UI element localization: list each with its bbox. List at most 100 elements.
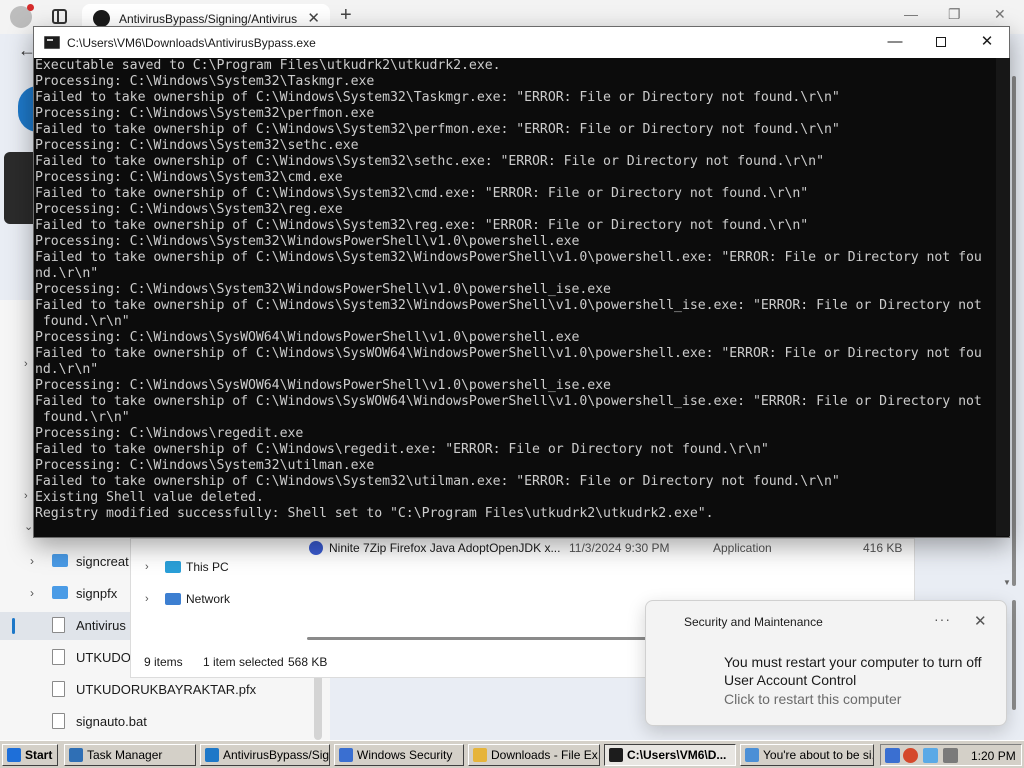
console-minimize-button[interactable]: — (872, 27, 918, 58)
console-line: Failed to take ownership of C:\Windows\S… (35, 394, 982, 409)
scroll-down-icon[interactable]: ▼ (1003, 578, 1011, 587)
toast-action-link[interactable]: Click to restart this computer (724, 691, 901, 707)
console-line: found.\r\n" (35, 314, 130, 329)
chevron-right-icon[interactable]: › (30, 554, 34, 568)
console-line: Processing: C:\Windows\System32\WindowsP… (35, 282, 611, 297)
console-title-bar[interactable]: C:\Users\VM6\Downloads\AntivirusBypass.e… (34, 27, 1009, 58)
console-line: Processing: C:\Windows\System32\Taskmgr.… (35, 74, 375, 89)
status-item-count: 9 items (144, 655, 183, 669)
chevron-right-icon[interactable]: › (145, 561, 149, 573)
status-size: 568 KB (288, 655, 328, 669)
console-line: Failed to take ownership of C:\Windows\S… (35, 218, 809, 233)
browser-restore-button[interactable]: ❐ (948, 6, 961, 23)
volume-muted-icon[interactable] (943, 748, 958, 763)
console-line: Failed to take ownership of C:\Windows\S… (35, 346, 982, 361)
start-button[interactable]: Start (2, 744, 58, 766)
nav-item-pfx[interactable]: UTKUDORUKBAYRAKTAR.pfx (0, 676, 310, 704)
tree-item-label: This PC (186, 560, 229, 574)
security-alert-icon[interactable] (903, 748, 918, 763)
console-window[interactable]: C:\Users\VM6\Downloads\AntivirusBypass.e… (33, 26, 1010, 538)
network-icon (165, 593, 181, 605)
more-options-icon[interactable]: ··· (934, 611, 951, 627)
taskbar-item[interactable]: Windows Security (334, 744, 464, 766)
app-icon (745, 748, 759, 762)
console-line: Executable saved to C:\Program Files\utk… (35, 58, 501, 73)
tab-close-icon[interactable]: ✕ (307, 9, 320, 27)
console-line: Failed to take ownership of C:\Windows\S… (35, 186, 809, 201)
taskbar-item[interactable]: Task Manager (64, 744, 196, 766)
nav-item-signauto[interactable]: signauto.bat (0, 708, 310, 736)
computer-icon (165, 561, 181, 573)
chevron-right-icon[interactable]: › (30, 586, 34, 600)
explorer-scrollbar[interactable] (1008, 600, 1020, 720)
taskbar-item-label: C:\Users\VM6\D... (627, 748, 727, 762)
folder-icon (52, 586, 68, 599)
system-tray: 1:20 PM (880, 744, 1022, 766)
tree-item-this-pc[interactable]: › This PC (131, 555, 291, 581)
ninite-app-icon (309, 541, 323, 555)
horizontal-scrollbar[interactable] (307, 637, 647, 640)
console-line: Processing: C:\Windows\System32\WindowsP… (35, 234, 580, 249)
browser-close-button[interactable]: ✕ (994, 6, 1006, 23)
taskbar-item[interactable]: Downloads - File Ex... (468, 744, 600, 766)
console-title: C:\Users\VM6\Downloads\AntivirusBypass.e… (67, 36, 316, 50)
chevron-right-icon[interactable]: › (145, 593, 149, 605)
display-icon[interactable] (923, 748, 938, 763)
status-bar: 9 items 1 item selected 568 KB (131, 651, 731, 673)
browser-minimize-button[interactable]: — (904, 6, 918, 22)
status-selection: 1 item selected (203, 655, 284, 669)
taskbar-item-label: Task Manager (87, 748, 163, 762)
app-icon (473, 748, 487, 762)
github-icon (93, 10, 110, 27)
nav-item-label: UTKUDO (76, 650, 131, 665)
new-tab-button[interactable]: + (340, 4, 352, 27)
console-output[interactable]: Executable saved to C:\Program Files\utk… (35, 58, 995, 536)
console-line: Processing: C:\Windows\System32\sethc.ex… (35, 138, 359, 153)
console-line: found.\r\n" (35, 410, 130, 425)
profile-avatar-icon[interactable] (10, 4, 34, 28)
taskbar-item-label: Windows Security (357, 748, 453, 762)
app-icon (339, 748, 353, 762)
nav-item-label: signpfx (76, 586, 118, 601)
notification-toast[interactable]: Security and Maintenance ··· ✕ You must … (645, 600, 1007, 726)
chevron-right-icon[interactable]: › (24, 490, 28, 502)
console-line: Failed to take ownership of C:\Windows\S… (35, 154, 824, 169)
nav-item-label: UTKUDORUKBAYRAKTAR.pfx (76, 682, 257, 697)
start-label: Start (25, 748, 53, 762)
shield-icon[interactable] (885, 748, 900, 763)
console-line: Registry modified successfully: Shell se… (35, 506, 714, 521)
chevron-right-icon[interactable]: › (24, 358, 28, 370)
file-icon (52, 681, 65, 697)
toast-app-name: Security and Maintenance (684, 615, 823, 629)
toast-close-icon[interactable]: ✕ (974, 612, 987, 630)
taskbar-item[interactable]: C:\Users\VM6\D... (604, 744, 736, 766)
nav-item-label: signauto.bat (76, 714, 147, 729)
console-line: Failed to take ownership of C:\Windows\S… (35, 122, 840, 137)
taskbar-item[interactable]: You're about to be si... (740, 744, 874, 766)
taskbar-item[interactable]: AntivirusBypass/Sig... (200, 744, 330, 766)
console-app-icon (44, 36, 60, 49)
console-maximize-button[interactable] (918, 27, 964, 58)
tab-actions-icon[interactable] (52, 9, 67, 24)
console-line: nd.\r\n" (35, 266, 99, 281)
file-date: 11/3/2024 9:30 PM (569, 541, 670, 555)
console-line: Failed to take ownership of C:\Windows\S… (35, 90, 840, 105)
nav-item-label: signcreat (76, 554, 129, 569)
tree-item-network[interactable]: › Network (131, 587, 291, 613)
console-line: Processing: C:\Windows\SysWOW64\WindowsP… (35, 378, 611, 393)
clock[interactable]: 1:20 PM (971, 749, 1016, 763)
browser-tab-title: AntivirusBypass/Signing/Antivirus (119, 12, 297, 26)
console-line: Processing: C:\Windows\System32\perfmon.… (35, 106, 375, 121)
console-line: Processing: C:\Windows\regedit.exe (35, 426, 304, 441)
file-name: Ninite 7Zip Firefox Java AdoptOpenJDK x.… (329, 541, 561, 555)
console-line: Existing Shell value deleted. (35, 490, 264, 505)
console-close-button[interactable]: ✕ (964, 27, 1010, 58)
file-icon (52, 713, 65, 729)
console-scrollbar[interactable] (996, 58, 1010, 536)
taskbar-item-label: You're about to be si... (763, 748, 874, 762)
chevron-down-icon[interactable]: ⌄ (24, 520, 33, 533)
console-line: Failed to take ownership of C:\Windows\S… (35, 298, 982, 313)
file-type: Application (713, 541, 772, 555)
maximize-icon (936, 37, 946, 48)
taskbar: Start Task Manager AntivirusBypass/Sig...… (0, 740, 1024, 768)
